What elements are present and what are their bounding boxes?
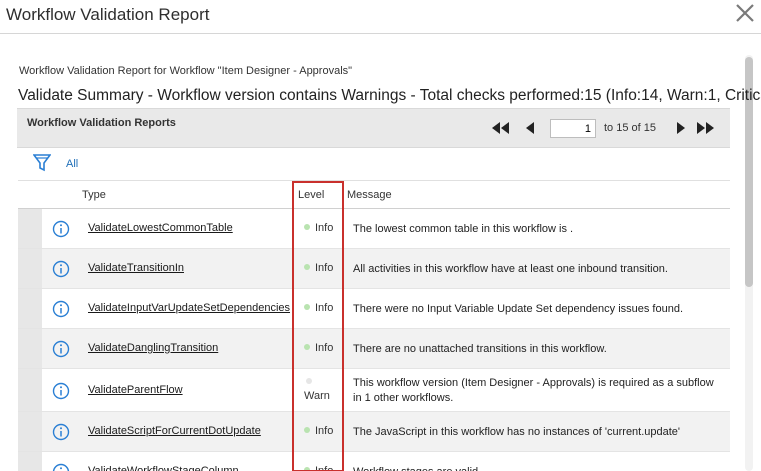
table-row: ValidateDanglingTransition Info There are …: [18, 329, 730, 369]
previous-page-icon[interactable]: [520, 120, 542, 136]
row-message: There were no Input Variable Update Set …: [353, 303, 684, 315]
dialog-body: Workflow Validation Report for Workflow …: [0, 35, 761, 471]
dialog-title: Workflow Validation Report: [6, 5, 210, 24]
table-row: ValidateTransitionIn Info All activities i…: [18, 249, 730, 289]
row-level-text: Info: [315, 222, 334, 234]
table-row: ValidateParentFlow Warn This workflow vers…: [18, 369, 730, 412]
column-header-level[interactable]: Level: [298, 189, 324, 201]
row-gutter: [18, 209, 42, 248]
page-number-input[interactable]: [550, 119, 596, 138]
row-gutter: [18, 452, 42, 471]
info-circle-icon[interactable]: [52, 382, 70, 400]
list-header: Workflow Validation Reports to 15 of 15: [17, 108, 730, 148]
row-message: All activities in this workflow have at …: [353, 263, 668, 275]
level-status-dot: [306, 378, 312, 384]
info-circle-icon[interactable]: [52, 423, 70, 441]
level-status-dot: [304, 224, 310, 230]
filter-funnel-icon[interactable]: [33, 153, 51, 173]
level-status-dot: [304, 427, 310, 433]
row-level: Info: [304, 342, 333, 354]
column-header-message[interactable]: Message: [347, 189, 392, 201]
report-caption: Workflow Validation Report for Workflow …: [19, 65, 353, 77]
column-header-type[interactable]: Type: [82, 189, 106, 201]
table-row: ValidateLowestCommonTable Info The lowest …: [18, 209, 730, 249]
table-body: ValidateLowestCommonTable Info The lowest …: [18, 209, 730, 471]
table-row: ValidateInputVarUpdateSetDependencies Inf…: [18, 289, 730, 329]
info-circle-icon[interactable]: [52, 300, 70, 318]
row-level: Info: [304, 465, 333, 471]
row-type-link[interactable]: ValidateTransitionIn: [88, 262, 184, 274]
row-gutter: [18, 412, 42, 451]
row-level: Info: [304, 425, 333, 437]
level-status-dot: [304, 264, 310, 270]
info-circle-icon[interactable]: [52, 260, 70, 278]
row-message: The lowest common table in this workflow…: [353, 223, 574, 235]
row-level-text: Info: [315, 302, 334, 314]
row-type-link[interactable]: ValidateDanglingTransition: [88, 342, 218, 354]
next-page-icon[interactable]: [669, 120, 691, 136]
table-header: Type Level Message: [18, 180, 730, 209]
level-status-dot: [304, 344, 310, 350]
row-gutter: [18, 249, 42, 288]
validation-summary: Validate Summary - Workflow version cont…: [18, 87, 761, 104]
row-gutter: [18, 289, 42, 328]
close-icon[interactable]: [733, 1, 757, 25]
list-title: Workflow Validation Reports: [27, 117, 176, 129]
level-status-dot: [304, 467, 310, 471]
filter-all-link[interactable]: All: [66, 158, 78, 170]
level-status-dot: [304, 304, 310, 310]
row-type-link[interactable]: ValidateLowestCommonTable: [88, 222, 233, 234]
row-level-text: Info: [315, 262, 334, 274]
row-type-link[interactable]: ValidateParentFlow: [88, 384, 183, 396]
row-type-link[interactable]: ValidateWorkflowStageColumn: [88, 465, 239, 471]
row-level-text: Info: [315, 342, 334, 354]
row-message: The JavaScript in this workflow has no i…: [353, 426, 681, 438]
row-type-link[interactable]: ValidateScriptForCurrentDotUpdate: [88, 425, 261, 437]
row-level: Info: [304, 302, 333, 314]
first-page-icon[interactable]: [489, 120, 511, 136]
row-type-link[interactable]: ValidateInputVarUpdateSetDependencies: [88, 302, 290, 314]
row-message: This workflow version (Item Designer - A…: [353, 377, 714, 404]
row-level: Info: [304, 262, 333, 274]
row-level-text: Warn: [304, 390, 330, 402]
row-message: Workflow stages are valid: [353, 465, 725, 471]
table-row: ValidateScriptForCurrentDotUpdate Info The…: [18, 412, 730, 452]
info-circle-icon[interactable]: [52, 340, 70, 358]
info-circle-icon[interactable]: [52, 463, 70, 471]
row-gutter: [18, 329, 42, 368]
row-level: Warn: [304, 378, 330, 402]
validation-table: Type Level Message ValidateLowestCommonT…: [18, 180, 730, 471]
last-page-icon[interactable]: [695, 120, 717, 136]
row-level: Info: [304, 222, 333, 234]
page-range-text: to 15 of 15: [604, 122, 656, 134]
info-circle-icon[interactable]: [52, 220, 70, 238]
dialog-header: Workflow Validation Report: [0, 0, 761, 34]
row-gutter: [18, 369, 42, 411]
row-message: There are no unattached transitions in t…: [353, 343, 607, 355]
row-level-text: Info: [315, 425, 334, 437]
table-row: ValidateWorkflowStageColumn Info Workflow …: [18, 452, 730, 471]
row-level-text: Info: [315, 465, 334, 471]
